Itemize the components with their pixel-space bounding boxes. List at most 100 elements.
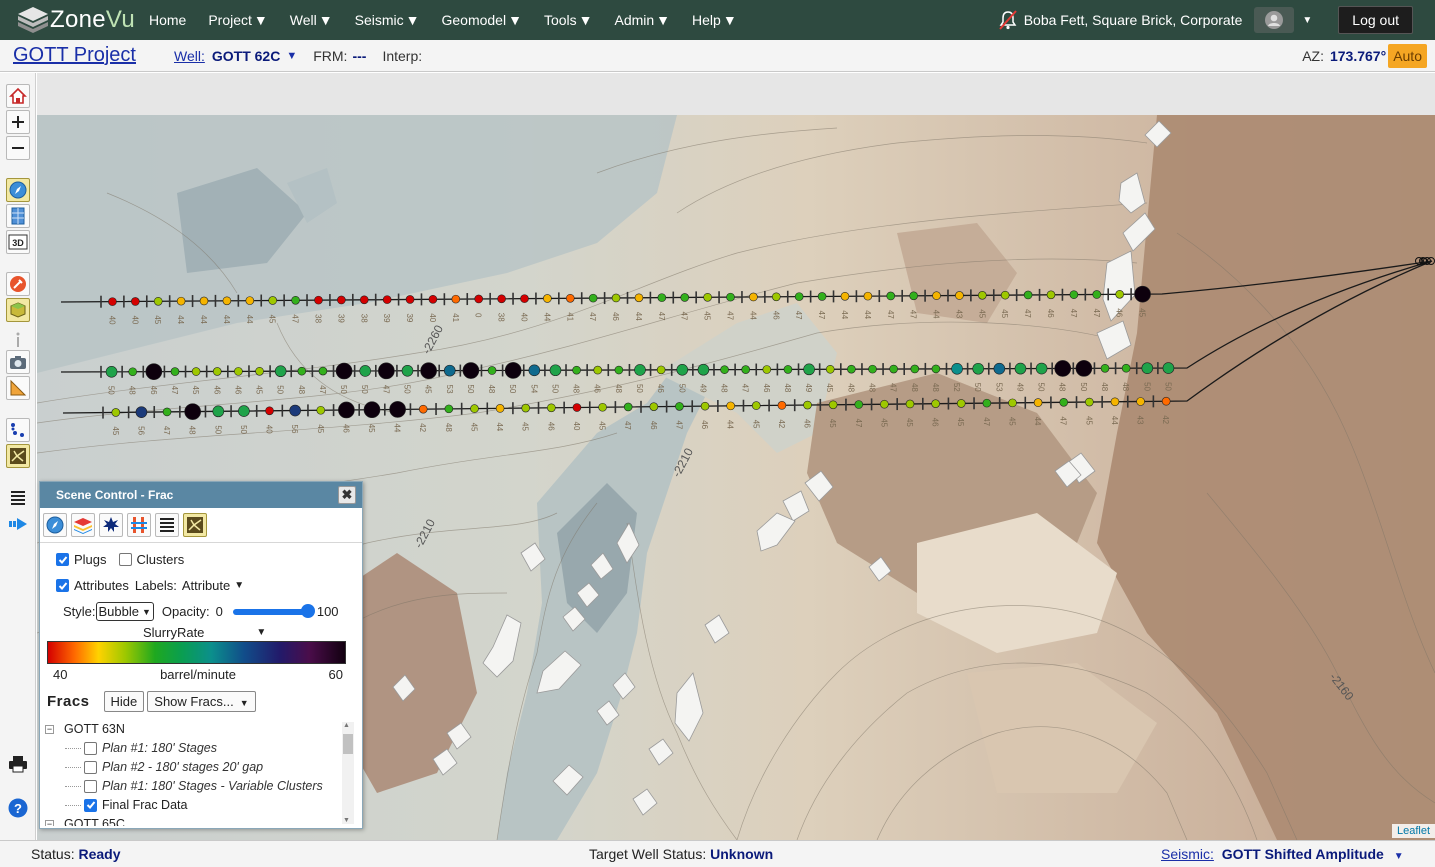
map-view-button[interactable] bbox=[6, 178, 30, 202]
frac-stage-bubble[interactable] bbox=[462, 362, 480, 379]
frac-stage-bubble[interactable] bbox=[840, 292, 850, 301]
well-label-link[interactable]: Well: bbox=[174, 48, 205, 64]
frac-stage-bubble[interactable] bbox=[931, 399, 940, 408]
panel-header[interactable]: Scene Control - Frac ✖ bbox=[40, 482, 362, 508]
geomodel-button[interactable] bbox=[6, 298, 30, 322]
nav-well-caret-icon[interactable]: ▼ bbox=[319, 12, 333, 28]
leaflet-attribution[interactable]: Leaflet bbox=[1391, 824, 1435, 838]
opacity-slider-handle[interactable] bbox=[300, 603, 315, 618]
frac-stage-bubble[interactable] bbox=[783, 365, 793, 374]
frac-stage-bubble[interactable] bbox=[803, 363, 815, 376]
frac-stage-bubble[interactable] bbox=[1092, 290, 1102, 299]
frac-stage-bubble[interactable] bbox=[1046, 290, 1056, 300]
frac-stage-bubble[interactable] bbox=[131, 297, 140, 306]
frac-plan-checkbox[interactable] bbox=[84, 760, 97, 774]
frac-stage-bubble[interactable] bbox=[656, 365, 666, 375]
frac-stage-bubble[interactable] bbox=[549, 364, 562, 377]
frac-stage-bubble[interactable] bbox=[931, 364, 941, 374]
frac-tree-item[interactable]: Plan #2 - 180' stages 20' gap bbox=[65, 760, 263, 774]
frac-stage-bubble[interactable] bbox=[572, 365, 581, 375]
frac-plan-checkbox[interactable] bbox=[84, 798, 97, 812]
show-fracs-select[interactable]: Show Fracs... ▼ bbox=[147, 691, 256, 712]
panel-map-button[interactable] bbox=[43, 513, 67, 537]
frac-stage-bubble[interactable] bbox=[951, 363, 963, 375]
frac-stage-bubble[interactable] bbox=[932, 291, 941, 300]
frac-stage-bubble[interactable] bbox=[297, 366, 307, 376]
frac-stage-bubble[interactable] bbox=[547, 403, 556, 413]
frac-stage-bubble[interactable] bbox=[238, 405, 250, 417]
frac-stage-bubble[interactable] bbox=[751, 401, 761, 410]
frac-stage-bubble[interactable] bbox=[910, 364, 920, 374]
help-button[interactable]: ? bbox=[6, 796, 30, 820]
info-button[interactable] bbox=[6, 328, 30, 352]
zoom-out-button[interactable] bbox=[6, 136, 30, 160]
frac-stage-bubble[interactable] bbox=[405, 295, 415, 304]
frac-stage-bubble[interactable] bbox=[1100, 363, 1110, 373]
frac-stage-bubble[interactable] bbox=[1075, 360, 1093, 377]
frac-stage-bubble[interactable] bbox=[675, 402, 684, 411]
frac-stage-bubble[interactable] bbox=[680, 293, 690, 302]
seismic-chevron-icon[interactable]: ▼ bbox=[1394, 851, 1404, 862]
frac-stage-bubble[interactable] bbox=[863, 291, 873, 301]
collapse-icon[interactable]: − bbox=[45, 724, 54, 734]
hide-fracs-button[interactable]: Hide bbox=[103, 691, 145, 712]
frac-stage-bubble[interactable] bbox=[598, 402, 607, 412]
frac-stage-bubble[interactable] bbox=[337, 295, 346, 305]
frac-stage-bubble[interactable] bbox=[504, 362, 522, 379]
frac-stage-bubble[interactable] bbox=[268, 296, 277, 305]
panel-star-button[interactable] bbox=[99, 513, 123, 537]
frac-tree-scrollbar[interactable]: ▲ ▼ bbox=[342, 722, 354, 824]
nav-home[interactable]: Home bbox=[149, 12, 186, 28]
frac-stage-bubble[interactable] bbox=[212, 367, 222, 376]
frac-stage-bubble[interactable] bbox=[634, 364, 646, 376]
frac-stage-bubble[interactable] bbox=[1085, 397, 1094, 407]
frac-stage-bubble[interactable] bbox=[428, 294, 438, 304]
frac-stage-bubble[interactable] bbox=[847, 364, 856, 374]
panel-stages-button[interactable] bbox=[127, 513, 151, 537]
section-view-button[interactable] bbox=[6, 204, 30, 228]
frac-stage-bubble[interactable] bbox=[212, 405, 225, 418]
frac-stage-bubble[interactable] bbox=[886, 291, 896, 301]
plugs-checkbox[interactable] bbox=[56, 553, 69, 566]
frac-stage-bubble[interactable] bbox=[565, 293, 575, 303]
frac-stage-bubble[interactable] bbox=[451, 294, 461, 304]
frac-stage-bubble[interactable] bbox=[955, 291, 964, 300]
nav-geomodel[interactable]: Geomodel bbox=[441, 12, 506, 28]
next-well-button[interactable] bbox=[6, 512, 30, 536]
frac-stage-bubble[interactable] bbox=[880, 399, 889, 409]
frac-stage-bubble[interactable] bbox=[749, 292, 758, 302]
nav-admin-caret-icon[interactable]: ▼ bbox=[656, 12, 670, 28]
frac-stage-bubble[interactable] bbox=[1110, 397, 1120, 407]
frac-stage-bubble[interactable] bbox=[762, 365, 772, 374]
frac-plan-checkbox[interactable] bbox=[84, 741, 97, 755]
snapshot-button[interactable] bbox=[6, 350, 30, 374]
frac-tree-item[interactable]: Plan #1: 180' Stages bbox=[65, 741, 217, 755]
attribute-select[interactable]: SlurryRate ▼ bbox=[143, 625, 266, 640]
frac-stage-bubble[interactable] bbox=[470, 404, 479, 413]
clusters-checkbox[interactable] bbox=[118, 553, 132, 566]
frac-stage-bubble[interactable] bbox=[889, 364, 898, 374]
user-menu-caret-icon[interactable]: ▼ bbox=[1302, 15, 1312, 26]
frac-stage-bubble[interactable] bbox=[703, 293, 712, 302]
frac-stage-bubble[interactable] bbox=[726, 401, 735, 411]
frac-stage-bubble[interactable] bbox=[105, 366, 118, 378]
frac-stage-bubble[interactable] bbox=[1000, 290, 1010, 300]
frac-stage-bubble[interactable] bbox=[389, 401, 406, 418]
frac-stage-bubble[interactable] bbox=[222, 296, 232, 306]
frac-stage-bubble[interactable] bbox=[794, 292, 804, 301]
frac-stage-bubble[interactable] bbox=[982, 398, 992, 408]
azimuth-auto-button[interactable]: Auto bbox=[1388, 44, 1427, 68]
frac-stage-bubble[interactable] bbox=[162, 407, 172, 417]
well-selector[interactable]: GOTT 62C bbox=[212, 48, 280, 64]
frac-stage-bubble[interactable] bbox=[1023, 290, 1033, 300]
well-selector-chevron-icon[interactable]: ▼ bbox=[286, 50, 297, 62]
frac-tree-item[interactable]: Final Frac Data bbox=[65, 798, 187, 812]
frac-tree-group[interactable]: − GOTT 63N bbox=[45, 722, 125, 736]
project-title[interactable]: GOTT Project bbox=[13, 44, 136, 67]
style-select[interactable]: Bubble ▼ bbox=[95, 602, 154, 621]
frac-stage-bubble[interactable] bbox=[443, 364, 456, 377]
panel-frac-button[interactable] bbox=[183, 513, 207, 537]
frac-stage-bubble[interactable] bbox=[649, 402, 659, 411]
frac-stage-bubble[interactable] bbox=[676, 363, 689, 376]
frac-stage-bubble[interactable] bbox=[700, 401, 710, 411]
